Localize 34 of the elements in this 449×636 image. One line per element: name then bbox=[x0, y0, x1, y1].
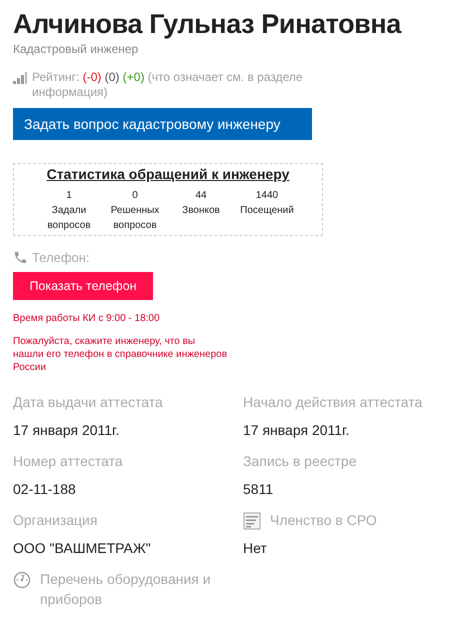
stat-value: 1 bbox=[66, 189, 72, 203]
phone-label: Телефон: bbox=[32, 250, 90, 265]
field-value: 17 января 2011г. bbox=[13, 422, 120, 438]
field-value: 17 января 2011г. bbox=[243, 422, 350, 438]
field-label: Членство в СРО bbox=[270, 511, 377, 530]
rating-bars-icon bbox=[13, 72, 27, 84]
field-label: Запись в реестре bbox=[243, 452, 356, 471]
field-value: 5811 bbox=[243, 481, 274, 497]
gauge-icon bbox=[13, 571, 31, 589]
stat-label: Задали вопросов bbox=[46, 204, 92, 233]
rating-text: Рейтинг: (-0) (0) (+0) (что означает см. в разделе информация) bbox=[32, 70, 304, 100]
field-label: Начало действия аттестата bbox=[243, 393, 422, 412]
document-icon bbox=[243, 512, 261, 530]
field-value: Нет bbox=[243, 540, 268, 556]
engineer-name: Алчинова Гульназ Ринатовна bbox=[13, 8, 402, 41]
ask-question-button[interactable]: Задать вопрос кадастровому инженеру bbox=[13, 108, 312, 140]
field-value: ООО "ВАШМЕТРАЖ" bbox=[13, 540, 152, 556]
stat-value: 1440 bbox=[256, 189, 278, 203]
field-label: Дата выдачи аттестата bbox=[13, 393, 163, 412]
show-phone-button[interactable]: Показать телефон bbox=[13, 272, 153, 300]
stat-label: Звонков bbox=[182, 204, 220, 218]
stats-title[interactable]: Статистика обращений к инженеру bbox=[14, 166, 322, 182]
stat-value: 0 bbox=[132, 189, 138, 203]
stat-label: Посещений bbox=[240, 204, 294, 218]
stat-label: Решенных вопросов bbox=[110, 204, 160, 233]
phone-notice: Пожалуйста, скажите инженеру, что вы нашли его телефон в справочнике инженеров России bbox=[13, 335, 228, 374]
engineer-role: Кадастровый инженер bbox=[13, 42, 140, 56]
field-value: 02-11-188 bbox=[13, 481, 77, 497]
field-label: Организация bbox=[13, 511, 98, 530]
stat-value: 44 bbox=[195, 189, 207, 203]
field-label: Номер аттестата bbox=[13, 452, 123, 471]
working-hours: Время работы КИ с 9:00 - 18:00 bbox=[13, 312, 161, 325]
field-label: Перечень оборудования и приборов bbox=[40, 570, 212, 609]
phone-icon bbox=[13, 250, 28, 265]
